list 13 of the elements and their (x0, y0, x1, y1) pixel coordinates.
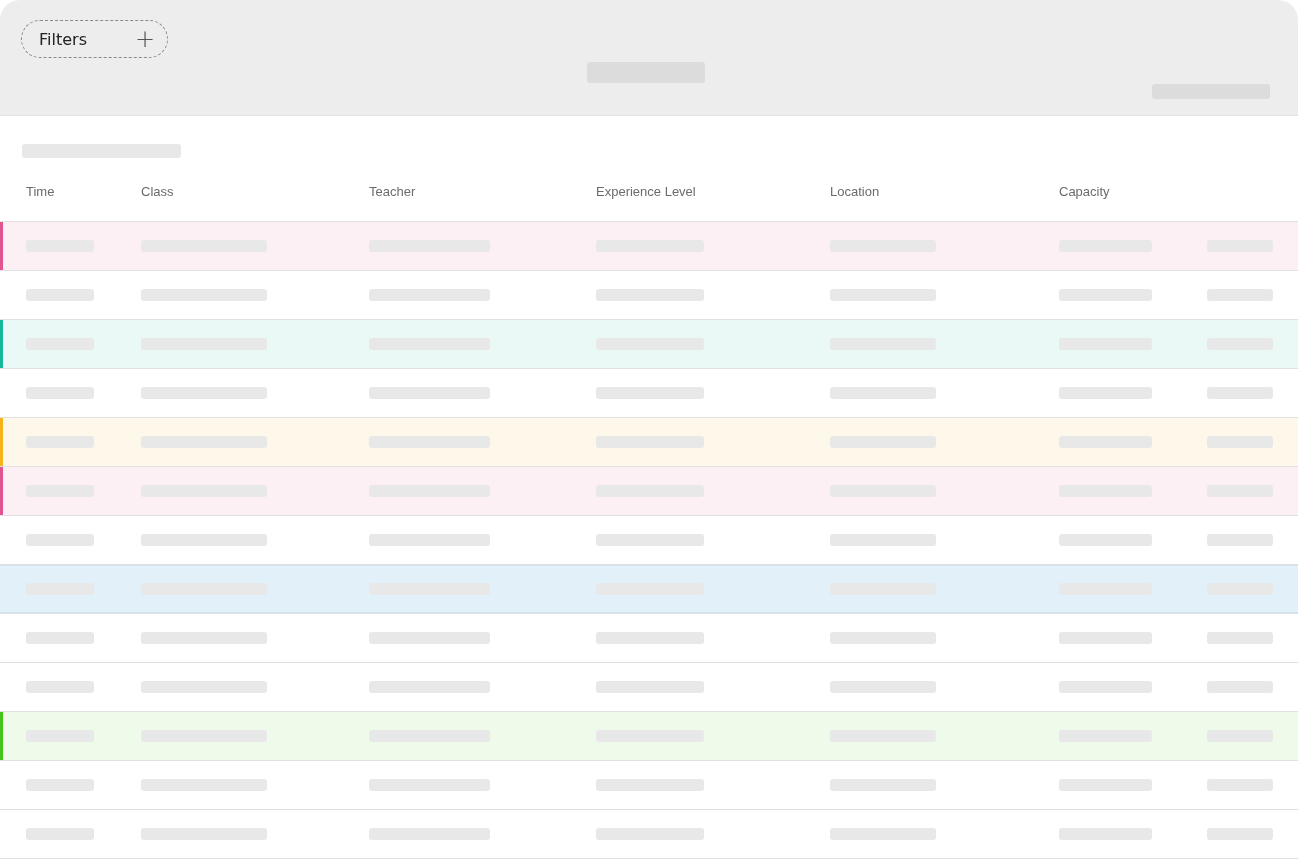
table-row[interactable] (0, 222, 1298, 271)
table-row[interactable] (0, 467, 1298, 516)
plus-icon: + (134, 27, 155, 51)
table-row[interactable] (0, 712, 1298, 761)
table-row[interactable] (0, 418, 1298, 467)
column-header: Experience Level (596, 184, 697, 199)
table-row[interactable] (0, 565, 1298, 614)
column-header: Class (141, 184, 175, 199)
column-header: Time (26, 184, 56, 199)
column-header: Capacity (1059, 184, 1111, 199)
column-header: Location (830, 184, 881, 199)
column-header: Teacher (369, 184, 417, 199)
table-row[interactable] (0, 320, 1298, 369)
